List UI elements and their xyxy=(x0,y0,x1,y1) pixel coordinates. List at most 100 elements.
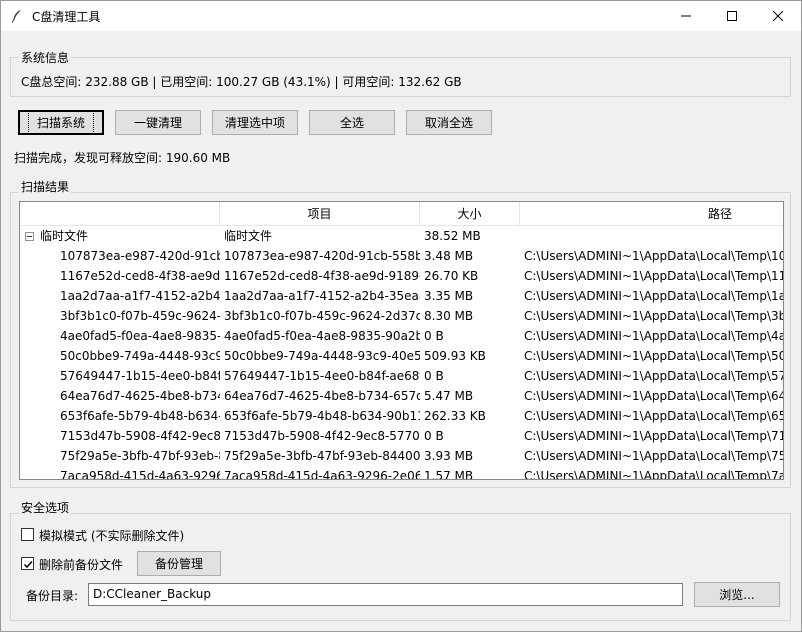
deselect-all-button[interactable]: 取消全选 xyxy=(406,110,492,135)
collapse-icon[interactable] xyxy=(25,232,34,241)
safety-label: 安全选项 xyxy=(19,499,72,516)
row-item: 107873ea-e987-420d-91cb-558b7 xyxy=(224,249,420,263)
row-path: C:\Users\ADMINI~1\AppData\Local\Temp\50 xyxy=(524,349,784,363)
parent-tree-label: 临时文件 xyxy=(40,229,89,243)
tree-rows: 临时文件 临时文件 38.52 MB 107873ea-e987-420d-91… xyxy=(20,226,784,480)
backup-dir-label: 备份目录: xyxy=(26,589,79,603)
window-title: C盘清理工具 xyxy=(32,9,101,24)
row-item: 653f6afe-5b79-4b48-b634-90b11 xyxy=(224,409,420,423)
backup-manage-button[interactable]: 备份管理 xyxy=(137,551,221,576)
row-size: 1.57 MB xyxy=(424,469,474,480)
row-tree-label: 1aa2d7aa-a1f7-4152-a2b4-35ea8 xyxy=(60,289,220,303)
table-row[interactable]: 57649447-1b15-4ee0-b84f-ae68f 57649447-1b… xyxy=(20,366,783,386)
row-size: 0 B xyxy=(424,329,444,343)
disk-usage-text: C盘总空间: 232.88 GB | 已用空间: 100.27 GB (43.1… xyxy=(21,75,462,89)
scan-button-label: 扫描系统 xyxy=(27,111,95,134)
status-text: 扫描完成，发现可释放空间: 190.60 MB xyxy=(14,151,231,165)
maximize-button[interactable] xyxy=(709,1,755,31)
row-path: C:\Users\ADMINI~1\AppData\Local\Temp\3b xyxy=(524,309,784,323)
table-row[interactable]: 1167e52d-ced8-4f38-ae9d-9189c 1167e52d-ce… xyxy=(20,266,783,286)
tree-header: 项目 大小 路径 xyxy=(20,202,783,226)
row-path: C:\Users\ADMINI~1\AppData\Local\Temp\75 xyxy=(524,449,784,463)
row-tree-label: 75f29a5e-3bfb-47bf-93eb-84400 xyxy=(60,449,220,463)
row-size: 0 B xyxy=(424,369,444,383)
row-tree-label: 7aca958d-415d-4a63-9296-2e06e xyxy=(60,469,220,480)
minimize-button[interactable] xyxy=(663,1,709,31)
row-item: 50c0bbe9-749a-4448-93c9-40e5c xyxy=(224,349,420,363)
row-path: C:\Users\ADMINI~1\AppData\Local\Temp\64 xyxy=(524,389,784,403)
column-header-item[interactable]: 项目 xyxy=(220,202,420,226)
row-tree-label: 4ae0fad5-f0ea-4ae8-9835-90a2b xyxy=(60,329,220,343)
results-treeview[interactable]: 项目 大小 路径 临时文件 临时文件 38.52 MB 107873ea-e98… xyxy=(19,201,784,480)
row-size: 3.35 MB xyxy=(424,289,474,303)
table-row[interactable]: 50c0bbe9-749a-4448-93c9-40e5c 50c0bbe9-74… xyxy=(20,346,783,366)
row-item: 7153d47b-5908-4f42-9ec8-5770b xyxy=(224,429,420,443)
column-header-tree[interactable] xyxy=(20,202,220,226)
table-row[interactable]: 653f6afe-5b79-4b48-b634-90b11 653f6afe-5b… xyxy=(20,406,783,426)
column-header-path[interactable]: 路径 xyxy=(520,202,783,226)
feather-icon xyxy=(11,10,21,23)
minimize-icon xyxy=(681,15,691,17)
table-row[interactable]: 7aca958d-415d-4a63-9296-2e06e 7aca958d-41… xyxy=(20,466,784,480)
row-tree-label: 1167e52d-ced8-4f38-ae9d-9189c xyxy=(60,269,220,283)
row-item: 7aca958d-415d-4a63-9296-2e06e xyxy=(224,469,420,480)
row-size: 509.93 KB xyxy=(424,349,486,363)
row-item: 1167e52d-ced8-4f38-ae9d-9189c xyxy=(224,269,420,283)
row-tree-label: 107873ea-e987-420d-91cb-558b7 xyxy=(60,249,220,263)
row-item: 64ea76d7-4625-4be8-b734-657d xyxy=(224,389,420,403)
row-tree-label: 7153d47b-5908-4f42-9ec8-5770b xyxy=(60,429,220,443)
table-row[interactable]: 64ea76d7-4625-4be8-b734-657d 64ea76d7-462… xyxy=(20,386,783,406)
row-size: 5.47 MB xyxy=(424,389,474,403)
row-size: 26.70 KB xyxy=(424,269,479,283)
row-path: C:\Users\ADMINI~1\AppData\Local\Temp\71 xyxy=(524,429,784,443)
app-window: C盘清理工具 系统信息 C盘总空间: 232.88 GB | 已用空间: 100… xyxy=(0,0,802,632)
row-tree-label: 50c0bbe9-749a-4448-93c9-40e5c xyxy=(60,349,220,363)
row-item: 4ae0fad5-f0ea-4ae8-9835-90a2b xyxy=(224,329,420,343)
row-tree-label: 57649447-1b15-4ee0-b84f-ae68f xyxy=(60,369,220,383)
backup-dir-input[interactable]: D:CCleaner_Backup xyxy=(88,583,683,606)
row-size: 8.30 MB xyxy=(424,309,474,323)
close-icon xyxy=(773,11,783,21)
row-path: C:\Users\ADMINI~1\AppData\Local\Temp\57 xyxy=(524,369,784,383)
row-item: 1aa2d7aa-a1f7-4152-a2b4-35ea8 xyxy=(224,289,420,303)
checkmark-icon xyxy=(23,560,33,569)
tree-parent-row[interactable]: 临时文件 临时文件 38.52 MB xyxy=(20,226,783,246)
row-path: C:\Users\ADMINI~1\AppData\Local\Temp\10 xyxy=(524,249,784,263)
row-size: 3.48 MB xyxy=(424,249,474,263)
title-bar[interactable]: C盘清理工具 xyxy=(1,1,801,31)
clean-selected-button[interactable]: 清理选中项 xyxy=(212,110,298,135)
maximize-icon xyxy=(727,11,737,21)
row-size: 262.33 KB xyxy=(424,409,486,423)
scan-button[interactable]: 扫描系统 xyxy=(18,110,104,135)
parent-size: 38.52 MB xyxy=(424,229,481,243)
results-label: 扫描结果 xyxy=(19,178,72,195)
row-path: C:\Users\ADMINI~1\AppData\Local\Temp\1a xyxy=(524,289,784,303)
one-click-clean-button[interactable]: 一键清理 xyxy=(115,110,201,135)
table-row[interactable]: 1aa2d7aa-a1f7-4152-a2b4-35ea8 1aa2d7aa-a1… xyxy=(20,286,783,306)
table-row[interactable]: 4ae0fad5-f0ea-4ae8-9835-90a2b 4ae0fad5-f0… xyxy=(20,326,783,346)
backup-checkbox[interactable] xyxy=(21,557,34,570)
table-row[interactable]: 75f29a5e-3bfb-47bf-93eb-84400 75f29a5e-3b… xyxy=(20,446,783,466)
table-row[interactable]: 3bf3b1c0-f07b-459c-9624-2d37c 3bf3b1c0-f0… xyxy=(20,306,783,326)
row-item: 75f29a5e-3bfb-47bf-93eb-84400 xyxy=(224,449,420,463)
row-item: 3bf3b1c0-f07b-459c-9624-2d37c xyxy=(224,309,420,323)
table-row[interactable]: 107873ea-e987-420d-91cb-558b7 107873ea-e9… xyxy=(20,246,783,266)
close-button[interactable] xyxy=(755,1,801,31)
table-row[interactable]: 7153d47b-5908-4f42-9ec8-5770b 7153d47b-59… xyxy=(20,426,783,446)
row-tree-label: 653f6afe-5b79-4b48-b634-90b11 xyxy=(60,409,220,423)
parent-item: 临时文件 xyxy=(224,229,273,243)
parent-path xyxy=(524,226,783,246)
select-all-button[interactable]: 全选 xyxy=(309,110,395,135)
backup-label[interactable]: 删除前备份文件 xyxy=(39,556,123,573)
simulate-checkbox[interactable] xyxy=(21,528,34,541)
row-item: 57649447-1b15-4ee0-b84f-ae68f xyxy=(224,369,420,383)
row-size: 3.93 MB xyxy=(424,449,474,463)
simulate-label[interactable]: 模拟模式 (不实际删除文件) xyxy=(39,527,184,544)
column-header-size[interactable]: 大小 xyxy=(420,202,520,226)
browse-button[interactable]: 浏览... xyxy=(694,582,780,607)
row-path: C:\Users\ADMINI~1\AppData\Local\Temp\11 xyxy=(524,269,784,283)
row-tree-label: 3bf3b1c0-f07b-459c-9624-2d37c xyxy=(60,309,220,323)
row-path: C:\Users\ADMINI~1\AppData\Local\Temp\4a xyxy=(524,329,784,343)
row-path: C:\Users\ADMINI~1\AppData\Local\Temp\65 xyxy=(524,409,784,423)
row-path: C:\Users\ADMINI~1\AppData\Local\Temp\7a xyxy=(524,469,784,480)
